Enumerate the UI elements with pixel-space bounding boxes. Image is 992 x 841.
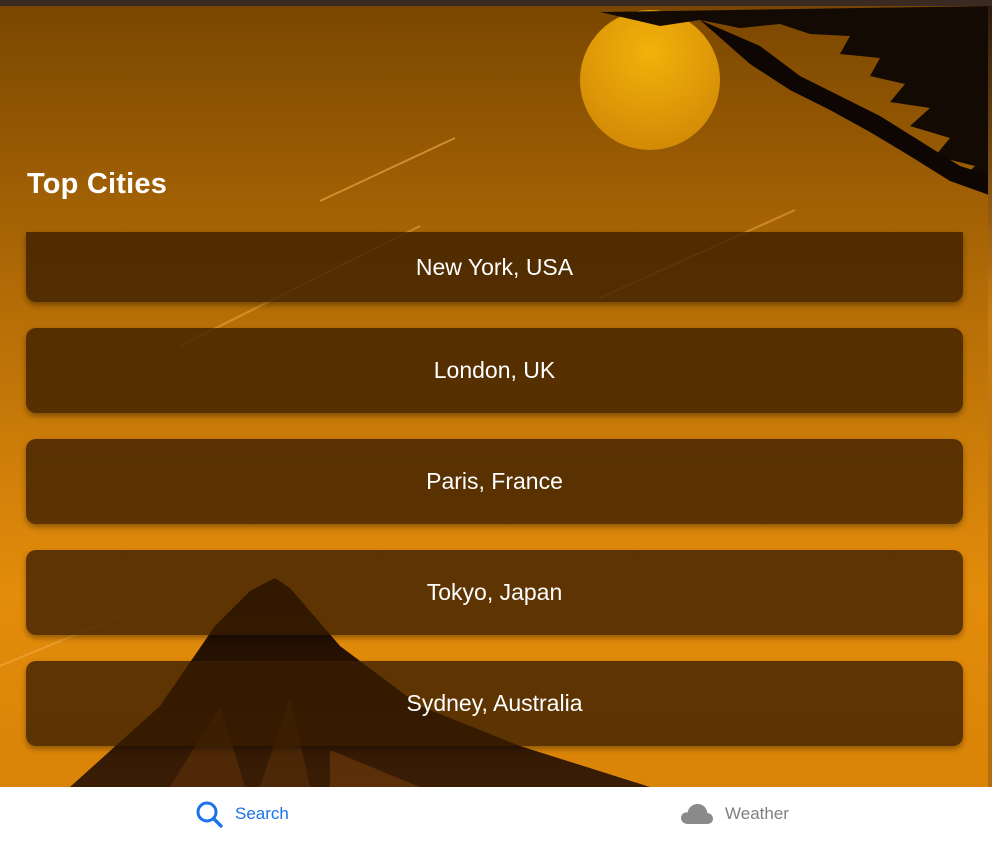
bottom-navigation: Search Weather [0,787,992,841]
city-card-sydney[interactable]: Sydney, Australia [26,661,963,746]
city-card-paris[interactable]: Paris, France [26,439,963,524]
window-edge [988,6,992,787]
nav-item-weather-label: Weather [725,804,789,823]
sun-shape [580,10,720,150]
window-top-bar [0,0,992,6]
nav-item-weather[interactable]: Weather [680,787,789,841]
nav-item-search-label: Search [235,804,289,823]
search-icon [195,800,224,829]
nav-item-search[interactable]: Search [195,787,289,841]
page-title: Top Cities [27,168,168,200]
cloud-icon [680,802,714,826]
city-card-new-york[interactable]: New York, USA [26,232,963,302]
weather-app: Top Cities New York, USA London, UK Pari… [0,0,992,841]
city-card-tokyo[interactable]: Tokyo, Japan [26,550,963,635]
city-card-london[interactable]: London, UK [26,328,963,413]
